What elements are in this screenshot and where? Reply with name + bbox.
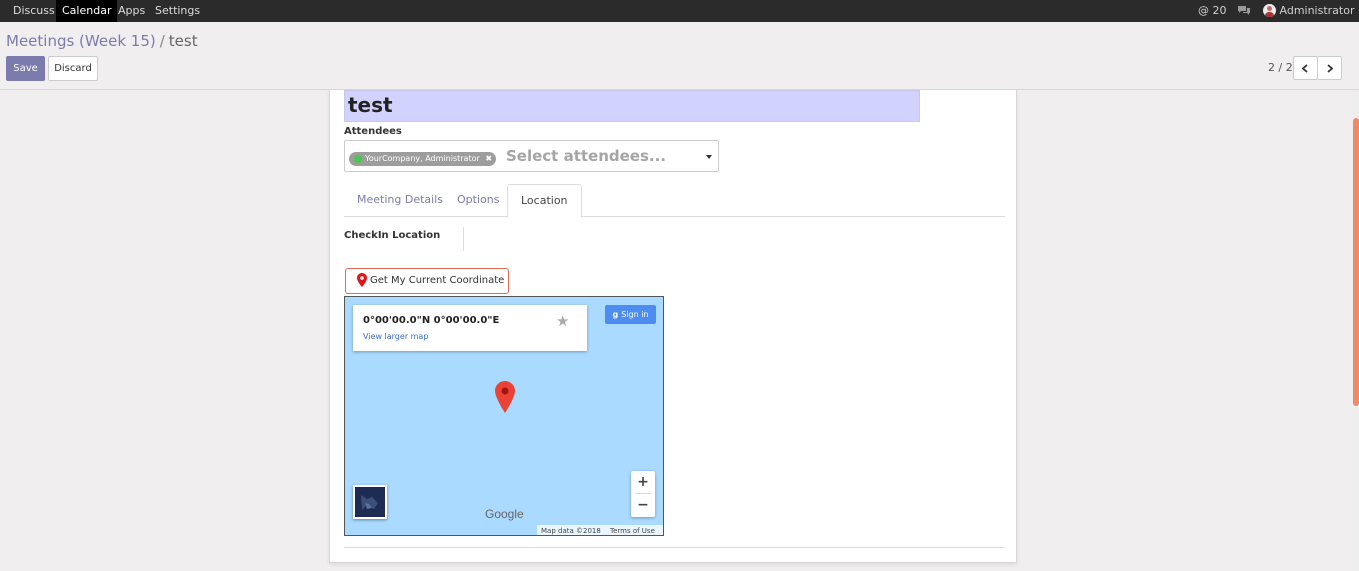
online-status-icon <box>354 155 362 163</box>
remove-tag-icon[interactable]: ✖ <box>485 152 492 166</box>
breadcrumb-separator: / <box>159 32 165 50</box>
terms-of-use-link[interactable]: Terms of Use <box>610 525 655 535</box>
page-scrollbar[interactable] <box>1353 90 1359 571</box>
nav-apps[interactable]: Apps <box>112 0 151 22</box>
breadcrumb-parent[interactable]: Meetings (Week 15) <box>6 32 156 50</box>
chevron-right-icon <box>1327 64 1334 73</box>
pager-value: 2 / 2 <box>1268 61 1293 74</box>
map-embed[interactable]: 0°00'00.0"N 0°00'00.0"E View larger map … <box>344 296 664 536</box>
map-marker-icon <box>357 273 367 287</box>
google-g-icon: g <box>612 310 619 319</box>
field-divider <box>463 227 464 251</box>
chevron-left-icon <box>1301 64 1308 73</box>
map-footer: Map data ©2018 Terms of Use <box>537 525 663 535</box>
user-name: Administrator <box>1279 4 1355 17</box>
zoom-control: + − <box>631 471 655 517</box>
form-sheet: test Attendees YourCompany, Administrato… <box>329 90 1017 563</box>
nav-calendar[interactable]: Calendar <box>56 0 118 22</box>
attendee-tag: YourCompany, Administrator ✖ <box>349 152 497 166</box>
tab-meeting-details[interactable]: Meeting Details <box>344 184 456 217</box>
map-info-card: 0°00'00.0"N 0°00'00.0"E View larger map … <box>353 305 587 351</box>
pager-previous-button[interactable] <box>1293 56 1318 80</box>
discard-button[interactable]: Discard <box>48 56 98 81</box>
sign-in-label: Sign in <box>621 310 649 319</box>
zoom-in-button[interactable]: + <box>631 472 655 492</box>
chat-icon[interactable] <box>1237 5 1251 17</box>
notebook-tabs: Meeting Details Options Location <box>344 184 1005 218</box>
view-larger-map-link[interactable]: View larger map <box>363 332 428 341</box>
scrollbar-thumb[interactable] <box>1353 118 1359 406</box>
nav-settings[interactable]: Settings <box>149 0 206 22</box>
nav-discuss[interactable]: Discuss <box>7 0 61 22</box>
map-sign-in-button[interactable]: g Sign in <box>605 305 656 324</box>
top-navbar: Discuss Calendar Apps Settings @ 20 Admi… <box>0 0 1359 34</box>
satellite-toggle[interactable] <box>353 485 387 519</box>
save-button[interactable]: Save <box>6 56 45 81</box>
attendee-tag-label: YourCompany, Administrator <box>365 154 480 163</box>
tab-location[interactable]: Location <box>507 184 582 218</box>
zoom-divider <box>635 493 651 494</box>
meeting-title-input[interactable]: test <box>344 90 920 122</box>
star-icon[interactable]: ★ <box>556 312 569 330</box>
attendees-placeholder[interactable]: Select attendees... <box>506 147 666 165</box>
attendees-field[interactable]: YourCompany, Administrator ✖ Select atte… <box>344 140 719 172</box>
avatar <box>1263 4 1276 17</box>
breadcrumb-current: test <box>168 32 198 50</box>
map-pin-icon <box>495 381 515 416</box>
separator-line <box>344 547 1005 548</box>
pager-next-button[interactable] <box>1317 56 1342 80</box>
google-logo: Google <box>485 507 524 521</box>
activity-count: 20 <box>1212 4 1227 17</box>
zoom-out-button[interactable]: − <box>631 495 655 515</box>
at-icon: @ <box>1198 4 1209 17</box>
map-data-label: Map data ©2018 <box>541 527 601 535</box>
map-coordinates: 0°00'00.0"N 0°00'00.0"E <box>363 315 500 326</box>
control-panel: Meetings (Week 15) / test Save Discard 2 /… <box>0 22 1359 90</box>
breadcrumb: Meetings (Week 15) / test <box>6 32 198 50</box>
get-coordinate-label: Get My Current Coordinate <box>370 275 505 286</box>
satellite-thumbnail-icon <box>361 495 378 510</box>
user-menu[interactable]: Administrator <box>1263 0 1359 34</box>
tab-options[interactable]: Options <box>444 184 512 217</box>
attendees-label: Attendees <box>344 126 402 137</box>
checkin-location-label: CheckIn Location <box>344 230 441 241</box>
activity-menu[interactable]: @ 20 <box>1198 0 1227 22</box>
get-coordinate-button[interactable]: Get My Current Coordinate <box>345 268 509 294</box>
dropdown-caret-icon[interactable] <box>706 155 712 159</box>
